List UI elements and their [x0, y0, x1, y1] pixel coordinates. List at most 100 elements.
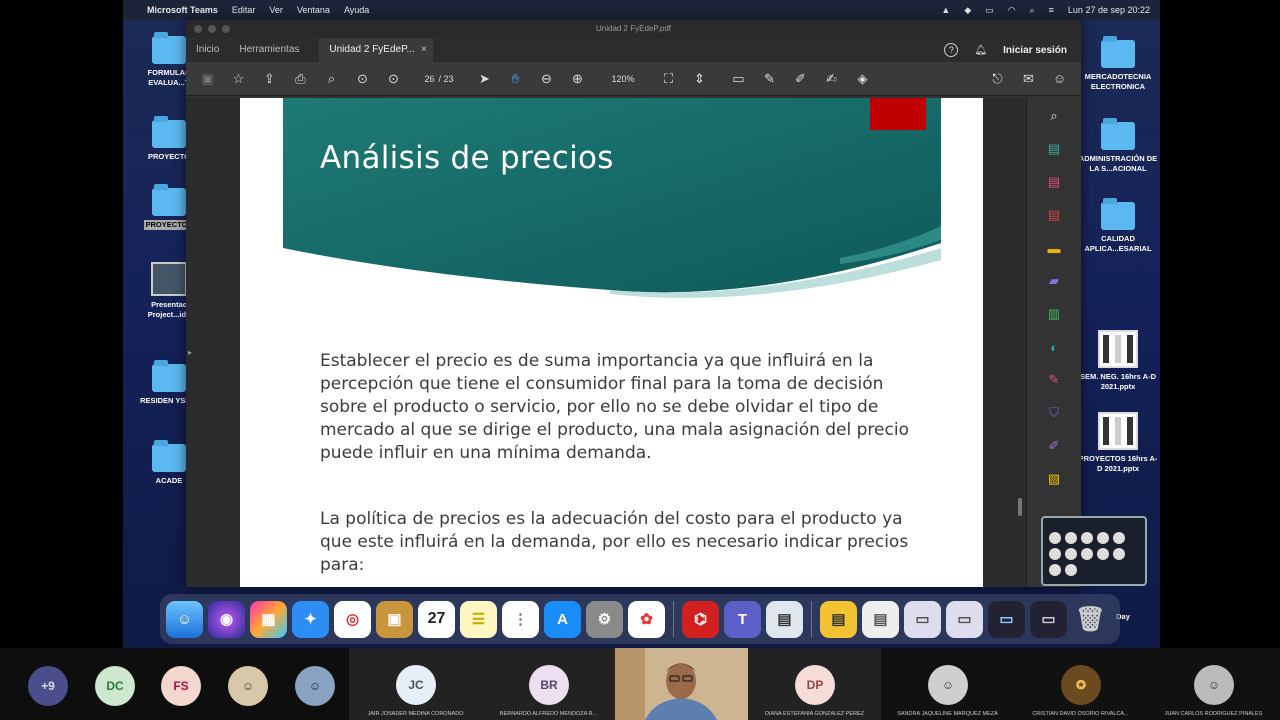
desktop-folder[interactable]: CALIDAD APLICA...ESARIAL: [1078, 198, 1158, 254]
participant-tile[interactable]: ☺ JUAN CARLOS RODRÍGUEZ PINALES: [1147, 648, 1280, 720]
print-icon[interactable]: ⎙: [285, 67, 316, 91]
teams-icon[interactable]: T: [724, 600, 761, 638]
email-icon[interactable]: ✉: [1013, 67, 1044, 91]
signin-button[interactable]: Iniciar sesión: [1003, 45, 1067, 56]
next-page-icon[interactable]: ⊙: [378, 67, 409, 91]
help-icon[interactable]: ?: [944, 43, 959, 57]
desktop-folder[interactable]: MERCADOTECNIA ELECTRONICA: [1078, 36, 1158, 92]
desktop-file-label: PROYECTOS 16hrs A-D 2021.pptx: [1078, 454, 1158, 473]
control-center-icon[interactable]: ≡: [1049, 5, 1054, 15]
screenshot-stack-icon[interactable]: ▭: [946, 600, 983, 638]
notifications-bell-icon[interactable]: 🔔︎: [974, 45, 987, 56]
page-current[interactable]: 26: [424, 74, 434, 84]
search-icon[interactable]: ⌕: [1030, 5, 1035, 16]
sign-icon[interactable]: ✍︎: [816, 67, 847, 91]
contacts-icon[interactable]: ▣: [376, 600, 413, 638]
combine-files-icon[interactable]: ▰: [1044, 269, 1064, 293]
comment-icon[interactable]: ▭: [723, 67, 754, 91]
participant-tile[interactable]: DP DIANA ESTEFANÍA GONZÁLEZ PÉREZ: [748, 648, 881, 720]
window-stack-icon[interactable]: ▭: [1030, 600, 1067, 638]
comment-tool-icon[interactable]: ▬: [1044, 236, 1064, 260]
stamp-icon[interactable]: ◈: [847, 67, 878, 91]
downloads-stack-icon[interactable]: ▤: [862, 600, 899, 638]
participant-initials: DP: [795, 665, 835, 705]
window-stack-icon[interactable]: ▭: [988, 600, 1025, 638]
upload-icon[interactable]: ⇪: [254, 67, 285, 91]
tab-inicio[interactable]: Inicio: [186, 38, 229, 62]
finder-icon[interactable]: ☺: [166, 600, 203, 638]
participant-photo-avatar[interactable]: ☺: [228, 666, 268, 706]
status-icon[interactable]: ▲: [941, 5, 950, 15]
redact-icon[interactable]: ✐: [1044, 434, 1064, 458]
save-icon[interactable]: ▣: [192, 67, 223, 91]
zoom-in-icon[interactable]: ⊕: [562, 67, 593, 91]
menu-item-ayuda[interactable]: Ayuda: [344, 5, 369, 15]
create-pdf-icon[interactable]: ▤: [1044, 170, 1064, 194]
menu-item-ver[interactable]: Ver: [269, 5, 283, 15]
menu-item-ventana[interactable]: Ventana: [297, 5, 330, 15]
export-pdf-icon[interactable]: ▤: [1044, 137, 1064, 161]
fit-page-icon[interactable]: ⛶: [653, 67, 684, 91]
participant-tile[interactable]: ✪ CRISTIAN DAVID OSORIO RIVALCA...: [1014, 648, 1147, 720]
clock[interactable]: Lun 27 de sep 20:22: [1068, 5, 1150, 15]
tab-herramientas[interactable]: Herramientas: [229, 38, 309, 62]
scroll-mode-icon[interactable]: ⇕: [684, 67, 715, 91]
scrollbar-thumb[interactable]: [1018, 498, 1022, 516]
participant-tile[interactable]: JC JAIR JOSADER MEDINA CORONADO: [349, 648, 482, 720]
bell-icon[interactable]: ◆: [964, 5, 971, 16]
scan-ocr-icon[interactable]: ◐: [1044, 335, 1064, 359]
search-icon[interactable]: ⌕: [316, 67, 347, 91]
bookmark-star-icon[interactable]: ☆: [223, 67, 254, 91]
menu-item-editar[interactable]: Editar: [232, 5, 256, 15]
notes-icon[interactable]: ☰: [460, 600, 497, 638]
safari-icon[interactable]: ✦: [292, 600, 329, 638]
left-panel-toggle-icon[interactable]: ▸: [188, 348, 192, 357]
desktop-file[interactable]: SEM. NEG. 16hrs A-D 2021.pptx: [1078, 330, 1158, 392]
close-tab-icon[interactable]: ×: [421, 44, 427, 55]
preview-icon[interactable]: ▤: [766, 600, 803, 638]
participant-avatar[interactable]: FS: [161, 666, 201, 706]
siri-icon[interactable]: ◉: [208, 600, 245, 638]
acrobat-icon[interactable]: ⌬: [682, 600, 719, 638]
share-icon[interactable]: ⎋: [982, 67, 1013, 91]
photos-icon[interactable]: ✿: [628, 600, 665, 638]
participant-tile[interactable]: ☺ SANDRA JAQUELINE MÁRQUEZ MEZA: [881, 648, 1014, 720]
desktop-file[interactable]: PROYECTOS 16hrs A-D 2021.pptx: [1078, 412, 1158, 474]
wifi-icon[interactable]: ◠: [1008, 5, 1016, 16]
tab-document[interactable]: Unidad 2 FyEdeP... ×: [319, 38, 433, 62]
battery-icon[interactable]: ▭: [985, 5, 994, 16]
chrome-icon[interactable]: ◎: [334, 600, 371, 638]
folder-icon: [152, 116, 186, 148]
launchpad-icon[interactable]: ▦: [250, 600, 287, 638]
reminders-icon[interactable]: ⋮: [502, 600, 539, 638]
zoom-search-icon[interactable]: ⌕: [1044, 104, 1064, 128]
participant-tile[interactable]: BR BERNARDO ALFREDO MENDOZA R...: [482, 648, 615, 720]
document-viewport[interactable]: ▸ Análisis de precios Establecer el prec…: [186, 98, 1026, 587]
floating-controls-thumbnail[interactable]: [1041, 516, 1147, 586]
participant-photo-avatar[interactable]: ☺: [295, 666, 335, 706]
app-store-icon[interactable]: A: [544, 600, 581, 638]
previous-page-icon[interactable]: ⊙: [347, 67, 378, 91]
select-pointer-icon[interactable]: ➤: [469, 67, 500, 91]
system-preferences-icon[interactable]: ⚙: [586, 600, 623, 638]
more-participants-badge[interactable]: +9: [28, 666, 68, 706]
more-tools-icon[interactable]: ▧: [1044, 467, 1064, 491]
document-stack-icon[interactable]: ▤: [820, 600, 857, 638]
fill-sign-icon[interactable]: ✎: [1044, 368, 1064, 392]
zoom-out-icon[interactable]: ⊖: [531, 67, 562, 91]
zoom-level[interactable]: 120%: [593, 74, 653, 84]
protect-icon[interactable]: ⛉: [1044, 401, 1064, 425]
hand-tool-icon[interactable]: ✋︎: [500, 67, 531, 91]
user-icon[interactable]: ☺: [1044, 67, 1075, 91]
organize-pages-icon[interactable]: ▥: [1044, 302, 1064, 326]
menubar-app-name[interactable]: Microsoft Teams: [147, 5, 218, 15]
edit-pdf-icon[interactable]: ▤: [1044, 203, 1064, 227]
screenshot-stack-icon[interactable]: ▭: [904, 600, 941, 638]
draw-icon[interactable]: ✐: [785, 67, 816, 91]
participant-avatar[interactable]: DC: [95, 666, 135, 706]
highlight-pen-icon[interactable]: ✎: [754, 67, 785, 91]
desktop-folder[interactable]: ADMINISTRACIÓN DE LA S...ACIONAL: [1078, 118, 1158, 174]
calendar-icon[interactable]: 27: [418, 600, 455, 638]
presenter-video-tile[interactable]: [615, 648, 748, 720]
trash-icon[interactable]: 🗑︎: [1072, 601, 1109, 638]
